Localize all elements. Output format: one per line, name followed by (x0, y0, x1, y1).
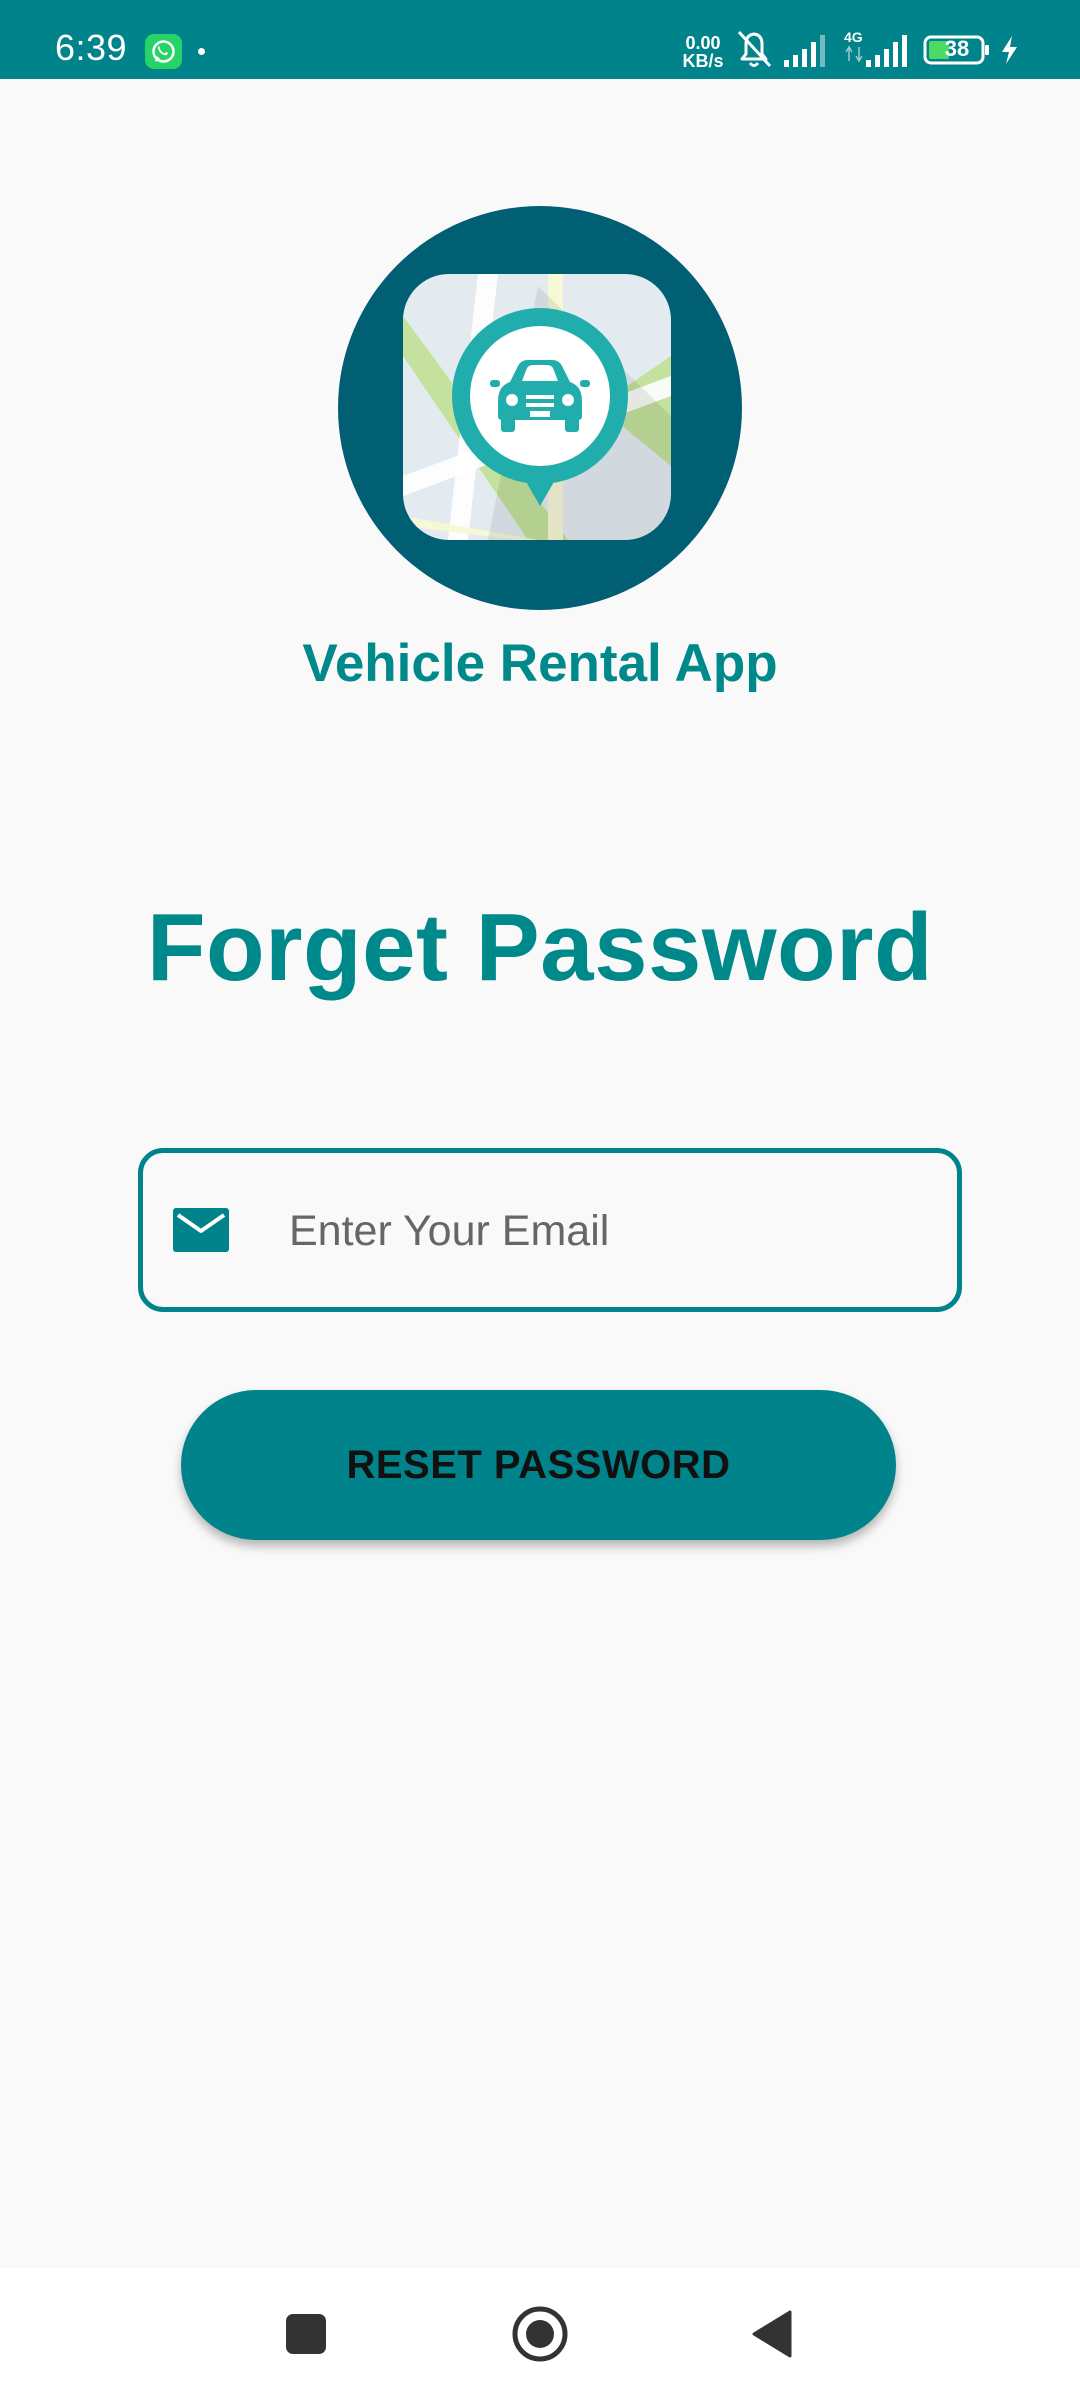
email-input[interactable] (289, 1193, 929, 1269)
network-type-label: 4G (844, 29, 863, 45)
home-button[interactable] (460, 2268, 620, 2400)
charging-icon (1002, 36, 1017, 64)
navigation-bar (0, 2268, 1080, 2400)
back-triangle-icon (752, 2310, 792, 2358)
status-bar: 6:39 0.00 KB/s 4G 38 (0, 0, 1080, 79)
bell-muted-icon (737, 30, 772, 68)
app-logo-icon (338, 206, 742, 610)
email-field[interactable] (138, 1148, 962, 1312)
recents-button[interactable] (226, 2268, 386, 2400)
status-time: 6:39 (55, 27, 128, 68)
app-name: Vehicle Rental App (302, 634, 778, 693)
signal-4g-icon: 4G (844, 29, 907, 67)
whatsapp-icon (145, 34, 182, 69)
back-button[interactable] (692, 2268, 852, 2400)
network-speed: 0.00 KB/s (680, 34, 726, 70)
battery-level: 38 (944, 36, 970, 61)
home-circle-icon (512, 2306, 568, 2362)
network-speed-value: 0.00 (685, 33, 721, 53)
reset-password-button[interactable]: RESET PASSWORD (181, 1390, 896, 1540)
notification-dot-icon (198, 48, 205, 55)
email-icon (173, 1208, 229, 1252)
page-title: Forget Password (146, 894, 934, 1001)
recents-square-icon (286, 2314, 326, 2354)
signal-icon (784, 35, 825, 67)
network-speed-unit: KB/s (682, 51, 724, 71)
